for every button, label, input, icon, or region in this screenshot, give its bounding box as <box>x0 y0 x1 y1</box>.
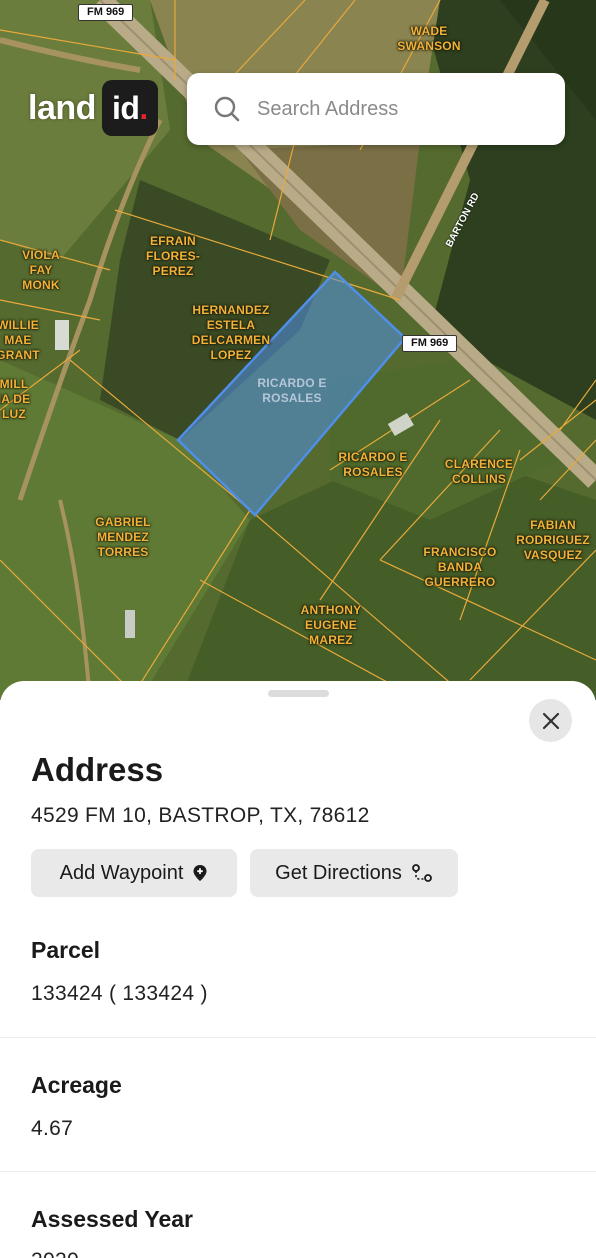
logo-box: id. <box>101 80 158 136</box>
add-waypoint-button[interactable]: Add Waypoint <box>31 849 237 897</box>
close-button[interactable] <box>529 699 572 742</box>
owner-label[interactable]: HERNANDEZ ESTELA DELCARMEN LOPEZ <box>192 303 270 363</box>
sheet-handle[interactable] <box>268 690 329 697</box>
section-label: Acreage <box>31 1072 122 1098</box>
parcel-value: 133424 ( 133424 ) <box>31 982 208 1005</box>
divider <box>0 1171 596 1172</box>
owner-label[interactable]: CLARENCE COLLINS <box>445 457 513 487</box>
owner-label[interactable]: ANTHONY EUGENE MAREZ <box>301 603 362 648</box>
search-bar[interactable] <box>187 73 565 145</box>
divider <box>0 1037 596 1038</box>
section-label: Parcel <box>31 937 101 963</box>
owner-label[interactable]: WADE SWANSON <box>397 24 460 54</box>
road-shield: FM 969 <box>78 4 134 21</box>
details-sheet: Address 4529 FM 10, BASTROP, TX, 78612 A… <box>0 681 596 1258</box>
logo-word: land <box>28 88 96 127</box>
route-icon <box>411 864 432 882</box>
get-directions-label: Get Directions <box>275 861 402 884</box>
search-input[interactable] <box>255 96 549 122</box>
owner-label[interactable]: FRANCISCO BANDA GUERRERO <box>423 545 496 590</box>
owner-label[interactable]: WILLIE MAE GRANT <box>0 318 40 363</box>
section-label: Assessed Year <box>31 1206 193 1232</box>
assessed-year-value: 2020 <box>31 1249 79 1258</box>
owner-label[interactable]: RICARDO E ROSALES <box>338 450 407 480</box>
owner-label[interactable]: EFRAIN FLORES- PEREZ <box>146 234 200 279</box>
acreage-value: 4.67 <box>31 1117 74 1140</box>
owner-label[interactable]: MILL IA DE LUZ <box>0 377 30 422</box>
add-waypoint-label: Add Waypoint <box>59 861 184 884</box>
selected-parcel-label[interactable]: RICARDO E ROSALES <box>257 376 326 406</box>
address-text: 4529 FM 10, BASTROP, TX, 78612 <box>31 804 370 827</box>
search-icon <box>214 96 240 122</box>
logo-box-text: id <box>111 89 140 126</box>
app-logo[interactable]: land id. <box>28 80 158 136</box>
close-icon <box>542 712 559 729</box>
owner-label[interactable]: GABRIEL MENDEZ TORRES <box>95 515 150 560</box>
road-shield: FM 969 <box>402 335 458 352</box>
get-directions-button[interactable]: Get Directions <box>250 849 458 897</box>
map-pin-plus-icon <box>193 865 207 881</box>
logo-dot: . <box>139 89 148 126</box>
owner-label[interactable]: FABIAN RODRIGUEZ VASQUEZ <box>516 518 590 563</box>
sheet-title: Address <box>31 751 164 788</box>
owner-label[interactable]: VIOLA FAY MONK <box>22 248 60 293</box>
